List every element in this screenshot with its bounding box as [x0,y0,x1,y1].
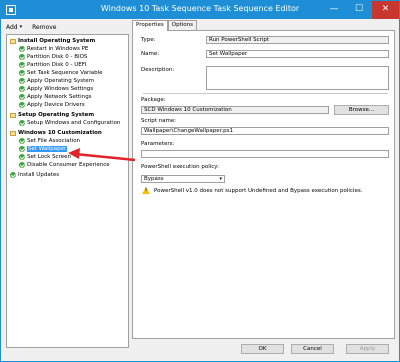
check-icon [19,120,25,126]
warning-text: PowerShell v1.0 does not support Undefin… [154,188,363,194]
tree-item-selected[interactable]: Set Wallpaper [19,145,68,153]
remove-label: Remove [32,23,57,31]
task-sequence-tree[interactable]: Install Operating System Restart in Wind… [6,34,129,348]
tab-properties[interactable]: Properties [132,20,168,31]
browse-button[interactable]: Browse... [334,105,389,115]
tree-item-label: Apply Network Settings [27,94,92,100]
tree-item-label: Apply Windows Settings [27,86,94,92]
execution-policy-value: Bypass [144,176,164,182]
tree-item-label: Apply Device Drivers [27,102,85,108]
check-icon [19,102,25,108]
tree-item[interactable]: Setup Windows and Configuration [19,119,120,127]
check-icon [19,86,25,92]
tree-item[interactable]: Apply Device Drivers [19,101,85,109]
warning-icon-mark: ! [145,188,148,193]
tree-item-label: Set File Association [27,138,81,144]
check-icon [19,78,25,84]
script-name-label: Script name: [141,118,177,124]
type-field: Run PowerShell Script [206,36,389,44]
ok-button[interactable]: OK [241,344,284,354]
check-icon [19,146,25,152]
execution-policy-label: PowerShell execution policy: [141,164,219,170]
remove-button[interactable]: Remove [32,24,56,31]
tree-item-label: Restart in Windows PE [27,46,89,52]
tree-item-label: Install Updates [18,172,60,178]
tree-item[interactable]: Set Lock Screen [19,153,71,161]
check-icon [19,54,25,60]
divider [143,93,388,94]
properties-panel: Type: Run PowerShell Script Name: Set Wa… [132,30,395,339]
tree-item-label: Partition Disk 0 - BIOS [27,54,88,60]
tree-item[interactable]: Restart in Windows PE [19,45,88,53]
tree-item[interactable]: Apply Operating System [19,77,94,85]
chevron-down-icon: ▾ [219,176,222,182]
check-icon [19,94,25,100]
tree-item-label: Disable Consumer Experience [27,162,110,168]
tree-item[interactable]: Set Task Sequence Variable [19,69,103,77]
tree-item-label: Set Task Sequence Variable [27,70,103,76]
tree-item-label: Apply Operating System [27,78,95,84]
tree-group-win10-customization[interactable]: Windows 10 Customization [10,129,102,137]
check-icon [19,62,25,68]
group-label: Windows 10 Customization [18,130,102,136]
parameters-label: Parameters: [141,141,175,147]
minimize-button[interactable]: — [321,1,347,19]
type-label: Type: [141,37,156,43]
tree-item-label: Set Lock Screen [27,154,71,160]
folder-icon [10,38,16,44]
folder-icon [10,130,16,136]
group-label: Setup Operating System [18,112,95,118]
check-icon [10,172,16,178]
package-field: SCD Windows 10 Customization [141,106,329,114]
tree-item-label: Setup Windows and Configuration [27,120,121,126]
execution-policy-select[interactable]: Bypass ▾ [141,175,225,183]
tree-item[interactable]: Install Updates [10,171,59,179]
toolbar: Add ▾ Remove [6,21,57,33]
cancel-button[interactable]: Cancel [291,344,334,354]
check-icon [19,70,25,76]
tree-item[interactable]: Partition Disk 0 - BIOS [19,53,87,61]
name-label: Name: [141,51,160,57]
tree-item[interactable]: Partition Disk 0 - UEFI [19,61,87,69]
script-name-input[interactable]: Wallpaper\ChangeWallpaper.ps1 [141,127,389,135]
description-input[interactable] [206,66,389,90]
chevron-down-icon: ▾ [19,24,23,30]
tree-item-label: Set Wallpaper [27,146,68,152]
tree-item[interactable]: Set File Association [19,137,80,145]
add-label: Add [6,23,18,31]
check-icon [19,138,25,144]
name-input[interactable]: Set Wallpaper [206,50,389,58]
apply-button[interactable]: Apply [346,344,389,354]
add-menu[interactable]: Add ▾ [6,24,22,31]
maximize-button[interactable]: ☐ [346,1,372,19]
check-icon [19,46,25,52]
tree-item[interactable]: Apply Windows Settings [19,85,93,93]
group-label: Install Operating System [18,38,96,44]
title-bar: Windows 10 Task Sequence Task Sequence E… [1,1,399,19]
tree-group-setup-os[interactable]: Setup Operating System [10,111,94,119]
tree-item-label: Partition Disk 0 - UEFI [27,62,87,68]
tree-group-install-os[interactable]: Install Operating System [10,37,95,45]
close-button[interactable]: ✕ [372,1,399,19]
tree-item[interactable]: Disable Consumer Experience [19,161,110,169]
description-label: Description: [141,67,175,73]
tree-item[interactable]: Apply Network Settings [19,93,92,101]
check-icon [19,162,25,168]
package-label: Package: [141,97,166,103]
editor-window: Windows 10 Task Sequence Task Sequence E… [0,0,400,362]
tab-options[interactable]: Options [167,20,198,30]
folder-icon [10,112,16,118]
parameters-input[interactable] [141,150,389,158]
check-icon [19,154,25,160]
